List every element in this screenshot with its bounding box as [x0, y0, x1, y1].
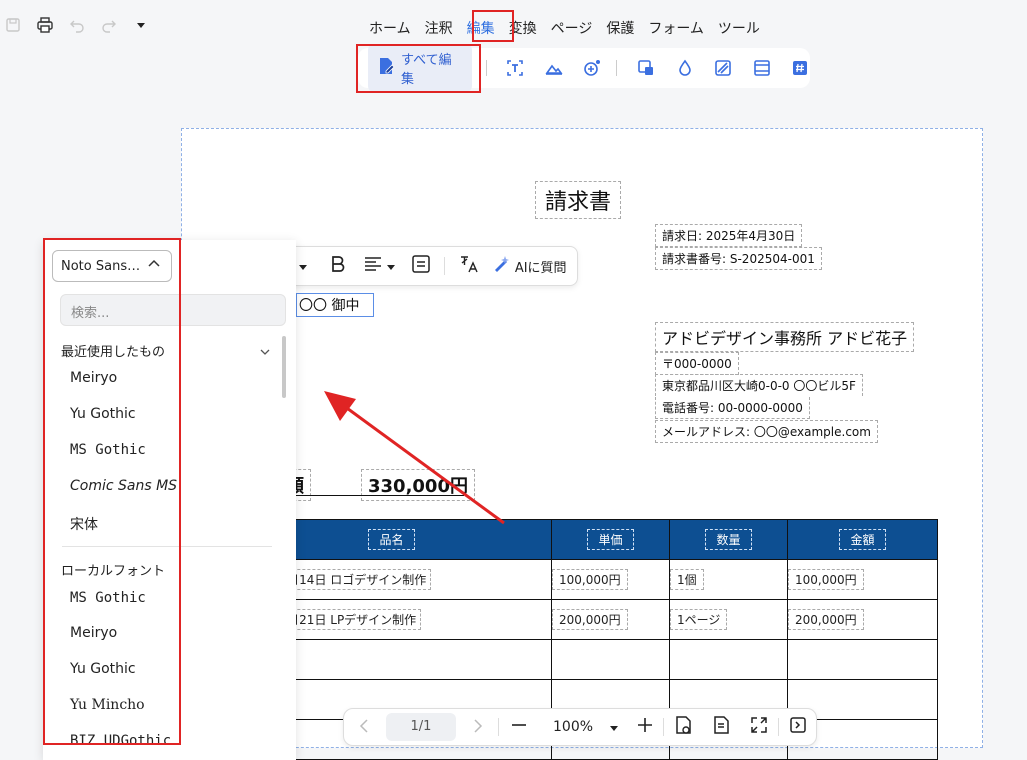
- header-cell: 金額: [787, 519, 938, 560]
- row-quantity[interactable]: 1ページ: [670, 609, 728, 630]
- doc-title[interactable]: 請求書: [535, 181, 622, 219]
- header-footer-icon[interactable]: [752, 58, 772, 78]
- link-icon[interactable]: [583, 58, 603, 78]
- separator: [485, 60, 487, 76]
- print-icon[interactable]: [36, 16, 54, 34]
- text-edit-icon[interactable]: [506, 58, 526, 78]
- header-unit-price[interactable]: 単価: [587, 529, 634, 550]
- header-item-name[interactable]: 品名: [368, 529, 415, 550]
- table-row: [231, 639, 938, 680]
- collapse-panel-icon[interactable]: [789, 716, 807, 738]
- image-edit-icon[interactable]: [544, 58, 564, 78]
- header-amount[interactable]: 金額: [839, 529, 886, 550]
- document-edit-icon[interactable]: [712, 715, 732, 739]
- table-cell: [669, 639, 788, 680]
- table-cell: 200,000円: [787, 599, 938, 640]
- bold-icon[interactable]: [330, 255, 346, 277]
- page-indicator[interactable]: 1/1: [386, 713, 456, 741]
- redo-icon[interactable]: [100, 16, 118, 34]
- separator: [498, 718, 499, 736]
- ai-icon: [493, 256, 509, 276]
- separator: [663, 718, 665, 736]
- arrow-annotation: [324, 391, 505, 525]
- table-cell: 100,000円: [551, 559, 670, 600]
- invoice-date[interactable]: 請求日: 2025年4月30日: [655, 224, 803, 247]
- text-box-icon[interactable]: [412, 255, 430, 277]
- issuer-name[interactable]: アドビデザイン事務所 アドビ花子: [655, 322, 915, 352]
- dropdown-icon[interactable]: [609, 718, 619, 737]
- dropdown-icon[interactable]: [298, 257, 308, 276]
- highlight-font-panel: [43, 238, 181, 745]
- bates-icon[interactable]: [790, 58, 810, 78]
- separator: [443, 257, 445, 275]
- table-row: 2025年4月14日 ロゴデザイン制作 100,000円 1個 100,000円: [231, 559, 938, 600]
- phone[interactable]: 電話番号: 00-0000-0000: [655, 397, 810, 419]
- prev-page-icon[interactable]: [358, 718, 370, 737]
- menu-protect[interactable]: 保護: [599, 14, 641, 42]
- separator: [778, 718, 780, 736]
- highlight-edit-menu: [472, 10, 514, 42]
- table-row: 2025年4月21日 LPデザイン制作 200,000円 1ページ 200,00…: [231, 599, 938, 640]
- fullscreen-icon[interactable]: [750, 716, 768, 738]
- dropdown-icon[interactable]: [386, 257, 396, 276]
- row-amount[interactable]: 200,000円: [788, 609, 864, 630]
- email[interactable]: メールアドレス: 〇〇@example.com: [655, 420, 878, 443]
- zoom-level[interactable]: 100%: [553, 719, 593, 735]
- chevron-down-icon[interactable]: [259, 343, 271, 362]
- table-cell: 200,000円: [551, 599, 670, 640]
- next-page-icon[interactable]: [472, 718, 484, 737]
- page-navigation-bar: 1/1 100%: [343, 708, 817, 746]
- save-icon[interactable]: [4, 16, 22, 34]
- row-unit-price[interactable]: 200,000円: [552, 609, 628, 630]
- undo-icon[interactable]: [68, 16, 86, 34]
- row-quantity[interactable]: 1個: [670, 569, 704, 590]
- separator: [616, 60, 618, 76]
- scrollbar-thumb[interactable]: [282, 336, 286, 398]
- menu-annotate[interactable]: 注釈: [418, 14, 460, 42]
- header-cell: 単価: [551, 519, 670, 560]
- translate-icon[interactable]: [459, 254, 479, 278]
- header-cell: 数量: [669, 519, 788, 560]
- quick-access-toolbar: [4, 16, 150, 34]
- row-unit-price[interactable]: 100,000円: [552, 569, 628, 590]
- postal-code[interactable]: 〒000-0000: [655, 352, 739, 375]
- highlight-edit-all: [356, 44, 481, 93]
- invoice-number[interactable]: 請求書番号: S-202504-001: [655, 247, 822, 270]
- table-cell: [787, 639, 938, 680]
- menu-form[interactable]: フォーム: [641, 14, 711, 42]
- crop-icon[interactable]: [636, 58, 656, 78]
- background-icon[interactable]: [713, 58, 733, 78]
- table-cell: 100,000円: [787, 559, 938, 600]
- address[interactable]: 東京都品川区大崎0-0-0 〇〇ビル5F: [655, 374, 863, 396]
- recipient[interactable]: 〇〇 御中: [296, 293, 375, 317]
- view-mode-icon[interactable]: [674, 715, 694, 739]
- menu-home[interactable]: ホーム: [362, 14, 418, 42]
- dropdown-icon[interactable]: [132, 16, 150, 34]
- header-quantity[interactable]: 数量: [705, 529, 752, 550]
- table-cell: 1ページ: [669, 599, 788, 640]
- zoom-in-icon[interactable]: [637, 717, 653, 737]
- align-icon[interactable]: [364, 256, 382, 276]
- watermark-icon[interactable]: [675, 58, 695, 78]
- zoom-out-icon[interactable]: [511, 717, 527, 737]
- table-cell: [551, 639, 670, 680]
- menu-page[interactable]: ページ: [544, 14, 600, 42]
- row-amount[interactable]: 100,000円: [788, 569, 864, 590]
- table-cell: 1個: [669, 559, 788, 600]
- menu-tools[interactable]: ツール: [711, 14, 767, 42]
- ask-ai-button[interactable]: AIに質問: [515, 257, 567, 276]
- main-menu: ホーム 注釈 編集 変換 ページ 保護 フォーム ツール: [362, 14, 767, 42]
